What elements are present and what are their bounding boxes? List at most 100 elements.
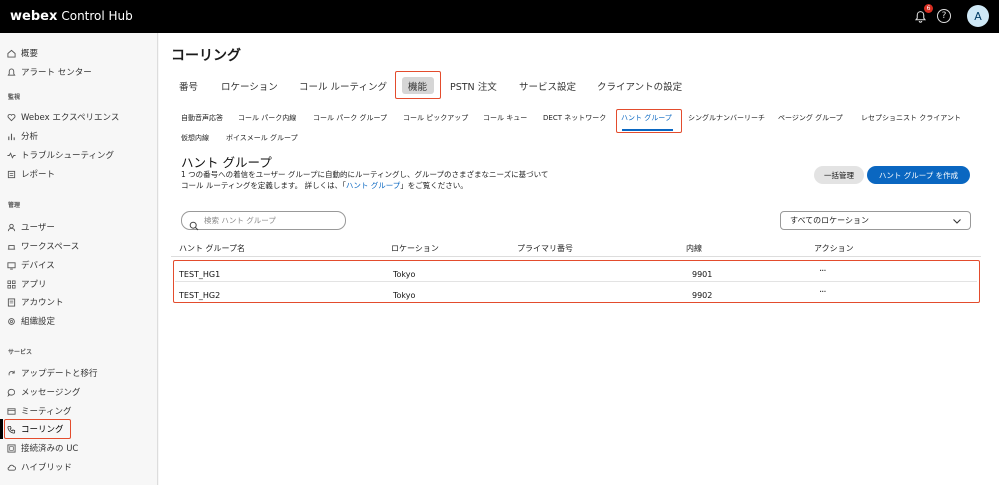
bulk-manage-button[interactable]: 一括管理 [814,166,864,184]
user-avatar[interactable]: A [967,5,989,27]
column-header-location[interactable]: ロケーション [391,243,439,254]
sidebar-item-troubleshooting[interactable]: トラブルシューティング [6,147,114,163]
sidebar-item-label: デバイス [21,261,55,271]
subtab-dect-network[interactable]: DECT ネットワーク [543,113,606,123]
chevron-down-icon [952,216,962,226]
location-filter-value: すべてのロケーション [790,216,869,225]
main-content: コーリング 番号 ロケーション コール ルーティング 機能 PSTN 注文 サー… [159,33,999,485]
subtab-call-park-group[interactable]: コール パーク グループ [313,113,387,123]
sidebar-item-label: ミーティング [21,407,72,417]
account-icon [6,297,16,307]
subtab-receptionist-client[interactable]: レセプショニスト クライアント [861,113,961,123]
subtab-virtual-extension[interactable]: 仮想内線 [181,133,209,143]
uc-icon [6,443,16,453]
help-icon[interactable]: ? [937,9,951,23]
user-icon [6,222,16,232]
sidebar-item-hybrid[interactable]: ハイブリッド [6,459,72,475]
message-icon [6,387,16,397]
brand-product: Control Hub [61,9,133,23]
sidebar-item-users[interactable]: ユーザー [6,219,55,235]
tab-call-routing[interactable]: コール ルーティング [299,77,387,99]
sidebar-item-webex-experience[interactable]: Webex エクスペリエンス [6,109,119,125]
sidebar-active-indicator [0,419,3,439]
chart-icon [6,131,16,141]
pulse-icon [6,150,16,160]
sidebar-item-label: アラート センター [21,68,92,78]
description-line-2: コール ルーティングを定義します。 詳しくは、「ハント グループ」をご覧ください… [181,180,601,191]
table-header: ハント グループ名 ロケーション プライマリ番号 内線 アクション [171,239,981,257]
sidebar-item-updates-migration[interactable]: アップデートと移行 [6,365,98,381]
sidebar-item-org-settings[interactable]: 組織設定 [6,313,55,329]
subtab-call-pickup[interactable]: コール ピックアップ [403,113,468,123]
sidebar-item-account[interactable]: アカウント [6,294,64,310]
sidebar-section-monitor: 監視 [8,94,21,101]
refresh-icon [6,368,16,378]
sidebar-item-label: ワークスペース [21,242,80,252]
column-header-primary-number[interactable]: プライマリ番号 [517,243,573,254]
search-input[interactable] [204,216,344,225]
sidebar-section-manage: 管理 [8,202,21,209]
sidebar-item-devices[interactable]: デバイス [6,257,55,273]
sidebar-item-workspaces[interactable]: ワークスペース [6,238,79,254]
create-hunt-group-button[interactable]: ハント グループ を作成 [867,166,970,184]
sidebar-item-connected-uc[interactable]: 接続済みの UC [6,440,78,456]
cloud-icon [6,462,16,472]
sidebar-item-analytics[interactable]: 分析 [6,128,38,144]
sidebar-item-calling[interactable]: コーリング [6,421,64,437]
sidebar-item-label: アプリ [21,280,47,290]
brand-logo[interactable]: webex Control Hub [10,9,133,24]
location-filter-select[interactable]: すべてのロケーション [780,211,971,230]
column-header-extension[interactable]: 内線 [686,243,702,254]
tab-numbers[interactable]: 番号 [179,77,198,99]
brand-webex: webex [10,9,58,24]
sidebar-item-label: レポート [21,170,56,180]
sidebar-item-messaging[interactable]: メッセージング [6,384,80,400]
sidebar-item-label: メッセージング [21,388,81,398]
sidebar-item-label: 組織設定 [21,317,56,327]
subtab-call-queue[interactable]: コール キュー [483,113,527,123]
subtab-paging-group[interactable]: ページング グループ [778,113,843,123]
sidebar-item-label: トラブルシューティング [21,151,114,161]
apps-icon [6,279,16,289]
tab-client-settings[interactable]: クライアントの設定 [597,77,682,99]
sidebar-item-alert-center[interactable]: アラート センター [6,64,92,80]
tab-locations[interactable]: ロケーション [221,77,278,99]
hunt-group-help-link[interactable]: ハント グループ [346,181,400,190]
sidebar-section-services: サービス [8,349,33,356]
report-icon [6,169,16,179]
tab-pstn-orders[interactable]: PSTN 注文 [450,77,497,99]
sidebar-item-label: 分析 [21,132,39,142]
page-title: コーリング [171,48,241,64]
sidebar-item-label: ユーザー [21,223,55,233]
features-tab-highlight-frame [395,71,441,99]
sidebar-item-label: コーリング [21,425,64,435]
sidebar-item-label: 接続済みの UC [21,444,79,454]
column-header-name[interactable]: ハント グループ名 [179,243,245,254]
sidebar-item-reports[interactable]: レポート [6,166,55,182]
description-text: 」をご覧ください。 [400,181,468,190]
notification-bell-icon[interactable]: 6 [911,4,933,25]
heart-icon [6,112,16,122]
device-icon [6,260,16,270]
table-rows-highlight-frame [173,260,980,303]
sidebar-item-label: Webex エクスペリエンス [21,113,120,123]
sidebar-item-meetings[interactable]: ミーティング [6,403,72,419]
description-line-1: 1 つの番号への着信をユーザー グループに自動的にルーティングし、グループのさま… [181,170,549,179]
sidebar-item-label: 概要 [21,49,39,59]
sidebar-item-apps[interactable]: アプリ [6,276,47,292]
sidebar-item-label: ハイブリッド [21,463,72,473]
search-box[interactable] [181,211,346,230]
subtab-auto-attendant[interactable]: 自動音声応答 [181,113,223,123]
subtab-call-park-extension[interactable]: コール パーク内線 [238,113,296,123]
notification-count-badge: 6 [924,4,933,13]
sidebar-item-overview[interactable]: 概要 [6,45,38,61]
column-header-action: アクション [814,244,854,253]
top-bar: webex Control Hub 6 ? A [0,0,999,33]
tab-service-settings[interactable]: サービス設定 [519,77,576,99]
hunt-group-subtab-highlight-frame [616,109,682,133]
subtab-voicemail-group[interactable]: ボイスメール グループ [226,133,298,143]
meeting-icon [6,406,16,416]
subtab-single-number-reach[interactable]: シングルナンバーリーチ [688,113,765,123]
sidebar-item-label: アップデートと移行 [21,369,98,379]
bell-icon [6,67,16,77]
